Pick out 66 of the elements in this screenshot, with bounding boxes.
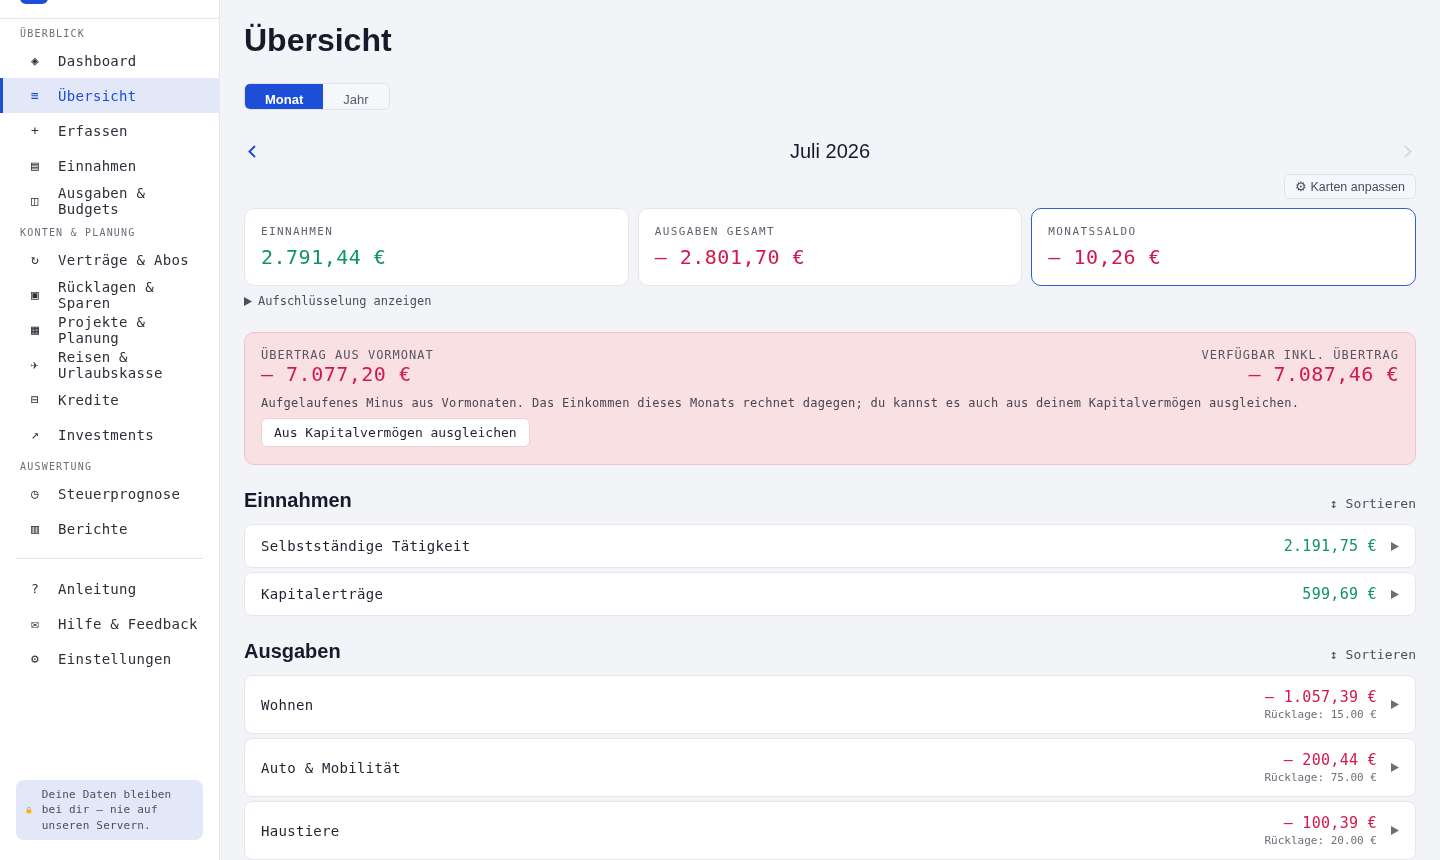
section-title: AUSWERTUNG	[19, 460, 94, 474]
expand-arrow-icon	[1391, 763, 1399, 772]
breakdown-toggle[interactable]: Aufschlüsselung anzeigen	[244, 294, 432, 308]
sidebar-item[interactable]: ✉ Hilfe & Feedback	[0, 606, 219, 641]
category-row[interactable]: Haustiere – 100,39 € Rücklage: 20.00 €	[244, 801, 1416, 860]
sidebar-item[interactable]: ▦ Projekte & Planung	[0, 312, 219, 347]
sidebar-item[interactable]: ≡ Übersicht	[0, 78, 219, 113]
customize-cards-button[interactable]: ⚙ Karten anpassen	[1284, 174, 1416, 199]
expand-arrow-icon	[1391, 700, 1399, 709]
section-title: ÜBERBLICK	[19, 26, 86, 41]
card-value: 2.791,44 €	[261, 245, 388, 269]
sidebar-item[interactable]: ? Anleitung	[0, 571, 219, 606]
period-label: Juli 2026	[789, 140, 871, 163]
sidebar-item[interactable]: ✈ Reisen & Urlaubskasse	[0, 347, 219, 382]
carryover-text: Aufgelaufenes Minus aus Vormonaten. Das Einkommen dieses Monats rechnet dagegen; du kannst es auch aus deinem Kapitalvermögen ausgleichen.	[261, 396, 1301, 410]
reserve-amount: Rücklage: 15.00 €	[1264, 708, 1377, 721]
sidebar-item[interactable]: ▥ Berichte	[0, 511, 219, 546]
sidebar-item[interactable]: ▤ Einnahmen	[0, 148, 219, 183]
card-label: EINNAHMEN	[261, 225, 335, 238]
sidebar-item[interactable]: ⚙ Einstellungen	[0, 641, 219, 676]
carryover-value: – 7.077,20 €	[261, 362, 412, 386]
reserve-amount: Rücklage: 75.00 €	[1264, 771, 1377, 784]
offset-button[interactable]: Aus Kapitalvermögen ausgleichen	[261, 418, 530, 447]
sidebar-item[interactable]: ◫ Ausgaben & Budgets	[0, 183, 219, 218]
sidebar-item[interactable]: ▣ Rücklagen & Sparen	[0, 277, 219, 312]
carryover-label: ÜBERTRAG AUS VORMONAT	[261, 348, 434, 362]
card-label: MONATSSALDO	[1048, 225, 1138, 238]
available-label: VERFÜGBAR INKL. ÜBERTRAG	[1201, 348, 1399, 362]
expand-arrow-icon	[1391, 589, 1399, 599]
section-heading: Einnahmen	[244, 489, 352, 512]
section-title: KONTEN & PLANUNG	[19, 226, 137, 240]
available-value: – 7.087,46 €	[1248, 362, 1399, 386]
sidebar-item[interactable]: ↻ Verträge & Abos	[0, 242, 219, 277]
period-tab[interactable]: Monat	[245, 84, 324, 109]
card-value: – 2.801,70 €	[654, 245, 807, 269]
category-amount: – 100,39 €	[1283, 814, 1377, 832]
sidebar-item[interactable]: ◷ Steuerprognose	[0, 476, 219, 511]
privacy-text: Deine Daten bleiben bei dir – nie auf unseren Servern.	[41, 786, 173, 833]
category-amount: 599,69 €	[1302, 585, 1377, 603]
expand-arrow-icon	[1391, 826, 1399, 835]
reserve-amount: Rücklage: 20.00 €	[1264, 834, 1377, 847]
category-amount: – 1.057,39 €	[1265, 688, 1377, 706]
category-name: Wohnen	[261, 696, 315, 713]
expand-arrow-icon	[1391, 541, 1399, 551]
category-amount: – 200,44 €	[1283, 751, 1377, 769]
category-row[interactable]: Wohnen – 1.057,39 € Rücklage: 15.00 €	[244, 675, 1416, 734]
category-name: Selbstständige Tätigkeit	[261, 538, 472, 554]
category-name: Haustiere	[261, 822, 341, 839]
sort-button[interactable]: ↕ Sortieren	[1329, 647, 1416, 662]
category-name: Kapitalerträge	[261, 586, 385, 602]
sidebar-item[interactable]: + Erfassen	[0, 113, 219, 148]
card-label: AUSGABEN GESAMT	[654, 225, 776, 238]
category-amount: 2.191,75 €	[1283, 537, 1377, 555]
sidebar-item[interactable]: ◈ Dashboard	[0, 43, 219, 78]
sort-button[interactable]: ↕ Sortieren	[1329, 496, 1416, 511]
category-name: Auto & Mobilität	[261, 759, 402, 776]
category-row[interactable]: Kapitalerträge 599,69 €	[244, 572, 1416, 616]
period-tab[interactable]: Jahr	[323, 84, 389, 109]
category-row[interactable]: Selbstständige Tätigkeit 2.191,75 €	[244, 524, 1416, 568]
sidebar-item[interactable]: ↗ Investments	[0, 417, 219, 452]
expand-arrow-icon	[244, 296, 252, 306]
sidebar-item[interactable]: ⊟ Kredite	[0, 382, 219, 417]
category-row[interactable]: Auto & Mobilität – 200,44 € Rücklage: 75.00 €	[244, 738, 1416, 797]
section-heading: Ausgaben	[244, 640, 341, 663]
card-value: – 10,26 €	[1048, 245, 1163, 269]
page-title: Übersicht	[244, 22, 393, 59]
